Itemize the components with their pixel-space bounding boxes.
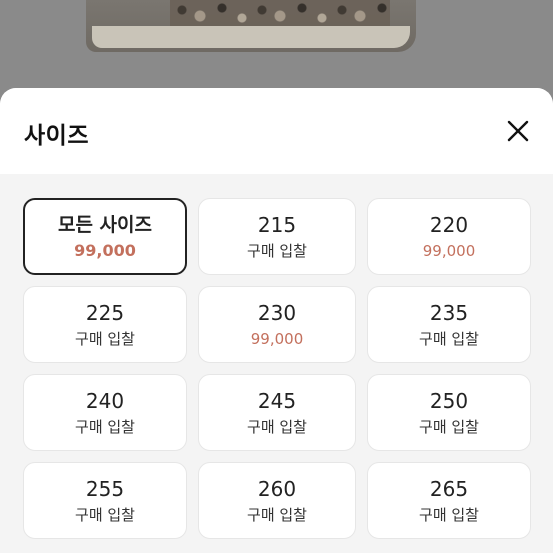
sheet-header: 사이즈 — [0, 88, 553, 174]
size-option-230[interactable]: 230 99,000 — [198, 286, 356, 363]
size-option-220[interactable]: 220 99,000 — [367, 198, 531, 275]
size-bid-label: 구매 입찰 — [419, 329, 479, 348]
size-price: 99,000 — [422, 241, 476, 260]
size-option-250[interactable]: 250 구매 입찰 — [367, 374, 531, 451]
size-option-all[interactable]: 모든 사이즈 99,000 — [23, 198, 187, 275]
size-option-255[interactable]: 255 구매 입찰 — [23, 462, 187, 539]
size-option-240[interactable]: 240 구매 입찰 — [23, 374, 187, 451]
size-option-260[interactable]: 260 구매 입찰 — [198, 462, 356, 539]
size-label: 220 — [429, 212, 469, 237]
size-option-215[interactable]: 215 구매 입찰 — [198, 198, 356, 275]
size-bid-label: 구매 입찰 — [75, 505, 135, 524]
size-option-235[interactable]: 235 구매 입찰 — [367, 286, 531, 363]
size-label: 255 — [85, 476, 125, 501]
product-image-pattern — [170, 0, 390, 26]
size-label: 225 — [85, 300, 125, 325]
size-label: 250 — [429, 388, 469, 413]
size-option-265[interactable]: 265 구매 입찰 — [367, 462, 531, 539]
size-label: 265 — [429, 476, 469, 501]
size-price: 99,000 — [250, 329, 304, 348]
size-bid-label: 구매 입찰 — [247, 505, 307, 524]
size-label: 245 — [257, 388, 297, 413]
size-bid-label: 구매 입찰 — [419, 417, 479, 436]
size-label: 모든 사이즈 — [57, 213, 152, 236]
size-bid-label: 구매 입찰 — [247, 417, 307, 436]
size-bid-label: 구매 입찰 — [75, 329, 135, 348]
size-bid-label: 구매 입찰 — [247, 241, 307, 260]
size-bid-label: 구매 입찰 — [419, 505, 479, 524]
size-label: 260 — [257, 476, 297, 501]
size-label: 215 — [257, 212, 297, 237]
size-bid-label: 구매 입찰 — [75, 417, 135, 436]
size-label: 230 — [257, 300, 297, 325]
size-label: 240 — [85, 388, 125, 413]
sheet-title: 사이즈 — [24, 123, 89, 149]
size-price: 99,000 — [74, 240, 136, 260]
close-icon — [507, 120, 529, 142]
size-grid: 모든 사이즈 99,000 215 구매 입찰 220 99,000 225 구… — [23, 198, 531, 539]
size-label: 235 — [429, 300, 469, 325]
size-option-245[interactable]: 245 구매 입찰 — [198, 374, 356, 451]
close-button[interactable] — [501, 114, 535, 148]
size-bottom-sheet: 사이즈 모든 사이즈 99,000 215 구매 입찰 220 99,000 2… — [0, 88, 553, 553]
product-image-sole — [92, 26, 410, 48]
size-option-225[interactable]: 225 구매 입찰 — [23, 286, 187, 363]
